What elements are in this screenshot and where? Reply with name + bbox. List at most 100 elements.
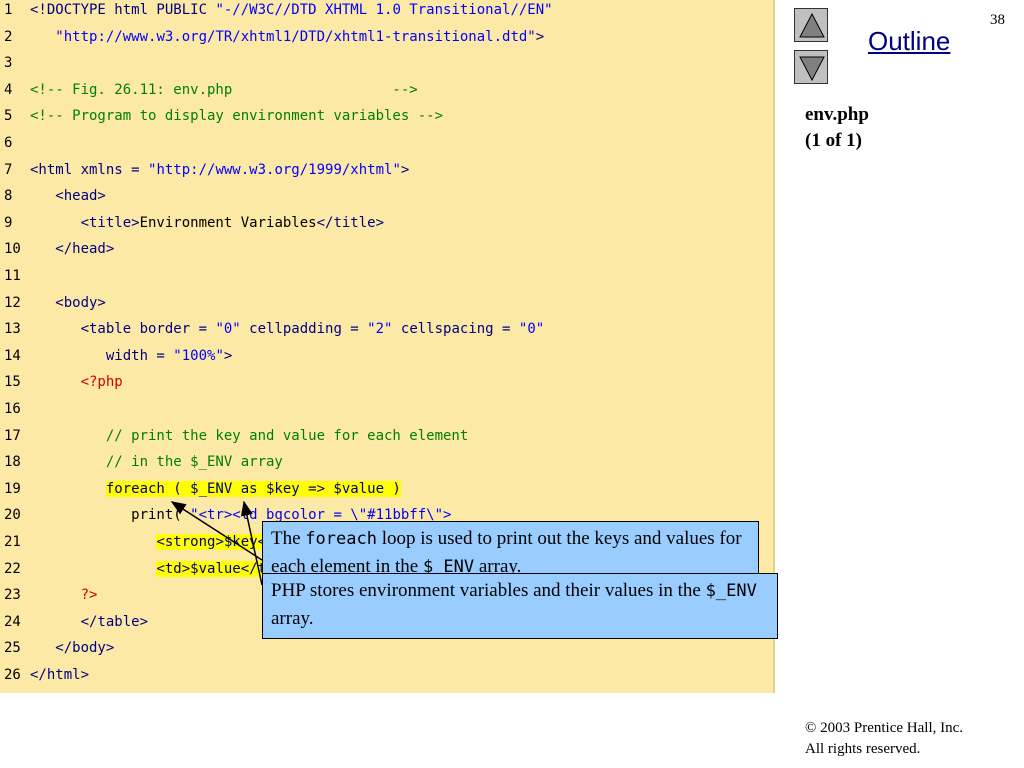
line-number: 26 <box>4 667 21 683</box>
line-number: 15 <box>4 374 21 391</box>
code-token: ?> <box>80 587 98 604</box>
code-token: "http://www.w3.org/1999/xhtml" <box>148 161 401 178</box>
line-code: <head> <box>30 183 106 210</box>
line-code: <?php <box>30 369 123 396</box>
line-code: ?> <box>30 582 98 609</box>
code-line: 14 width = "100%"> <box>0 343 773 370</box>
line-code: <body> <box>30 290 106 317</box>
line-code: width = "100%"> <box>30 343 232 370</box>
line-number: 11 <box>4 268 21 284</box>
code-line: 10 </head> <box>0 236 773 263</box>
code-line: 26 </html> <box>0 662 773 689</box>
line-code: </html> <box>30 662 89 689</box>
code-token: > <box>535 28 545 45</box>
line-number: 4 <box>4 81 13 98</box>
code-token: "-//W3C//DTD XHTML 1.0 Transitional//EN" <box>215 2 553 18</box>
code-line: 19 foreach ( $_ENV as $key => $value ) <box>0 476 773 503</box>
line-number: 21 <box>4 534 21 550</box>
code-token: print( <box>30 507 191 524</box>
code-line: 15 <?php <box>0 369 773 396</box>
line-number: 14 <box>4 347 21 364</box>
line-number: 20 <box>4 507 21 524</box>
page-number: 38 <box>990 12 1005 28</box>
code-token: width = <box>30 347 174 364</box>
code-token: <!-- Fig. 26.11: env.php --> <box>30 81 418 98</box>
code-token: <!-- Program to display environment vari… <box>30 108 444 125</box>
line-number: 12 <box>4 294 21 311</box>
line-code: </body> <box>30 635 114 662</box>
line-number: 19 <box>4 480 21 497</box>
line-code: <html xmlns = "http://www.w3.org/1999/xh… <box>30 157 409 184</box>
code-token: <title> <box>30 214 140 231</box>
code-token: // print the key and value for each elem… <box>30 427 469 444</box>
line-number: 9 <box>4 214 13 231</box>
callout-env-array: PHP stores environment variables and the… <box>262 573 778 639</box>
code-line: 3 <box>0 50 773 77</box>
callout-foreach-loop: The foreach loop is used to print out th… <box>262 521 759 581</box>
line-number: 16 <box>4 401 21 417</box>
code-line: 16 <box>0 396 773 423</box>
previous-slide-button[interactable] <box>794 8 828 42</box>
code-line: 8 <head> <box>0 183 773 210</box>
line-number: 5 <box>4 108 13 125</box>
line-code: <table border = "0" cellpadding = "2" ce… <box>30 316 545 343</box>
code-token: </body> <box>30 640 115 657</box>
code-line: 9 <title>Environment Variables</title> <box>0 210 773 237</box>
line-number: 13 <box>4 321 21 338</box>
code-token: <body> <box>30 294 106 311</box>
code-token: Environment Variables <box>139 214 317 231</box>
code-token: <head> <box>30 188 106 205</box>
line-number: 23 <box>4 587 21 604</box>
file-name: env.php <box>805 104 869 125</box>
code-token: <html xmlns = <box>30 161 149 178</box>
code-token: </head> <box>30 241 115 258</box>
copyright-notice: © 2003 Prentice Hall, Inc. All rights re… <box>805 718 963 760</box>
code-token: > <box>223 347 233 364</box>
line-number: 8 <box>4 188 13 205</box>
line-code: // in the $_ENV array <box>30 449 283 476</box>
code-line: 13 <table border = "0" cellpadding = "2"… <box>0 316 773 343</box>
code-token: "http://www.w3.org/TR/xhtml1/DTD/xhtml1-… <box>55 28 536 45</box>
line-code: </table> <box>30 609 148 636</box>
line-number: 24 <box>4 613 21 630</box>
code-line: 25 </body> <box>0 635 773 662</box>
callout-env-text-1: PHP stores environment variables and the… <box>271 580 706 601</box>
highlighted-code-token: foreach ( $_ENV as $key => $value ) <box>105 480 401 497</box>
code-line: 18 // in the $_ENV array <box>0 449 773 476</box>
line-number: 22 <box>4 560 21 577</box>
code-token: </html> <box>30 667 90 683</box>
next-slide-button[interactable] <box>794 50 828 84</box>
code-token: cellspacing = <box>392 321 519 338</box>
code-token: // in the $_ENV array <box>30 454 283 471</box>
code-line: 5 <!-- Program to display environment var… <box>0 103 773 130</box>
code-token: "2" <box>367 321 393 338</box>
code-token: <table border = <box>30 321 216 338</box>
line-number: 2 <box>4 28 13 45</box>
code-line: 17 // print the key and value for each e… <box>0 423 773 450</box>
code-token: </title> <box>316 214 385 231</box>
line-number: 7 <box>4 161 13 178</box>
triangle-up-icon <box>799 12 825 38</box>
callout-env-code: $_ENV <box>705 581 757 601</box>
line-code: "http://www.w3.org/TR/xhtml1/DTD/xhtml1-… <box>30 24 544 51</box>
code-line: 2 "http://www.w3.org/TR/xhtml1/DTD/xhtml… <box>0 24 773 51</box>
line-number: 18 <box>4 454 21 471</box>
line-code: // print the key and value for each elem… <box>30 423 468 450</box>
code-token: </table> <box>30 613 149 630</box>
code-line: 4 <!-- Fig. 26.11: env.php --> <box>0 77 773 104</box>
callout-foreach-text-1: The <box>271 528 306 549</box>
outline-link[interactable]: Outline <box>868 26 950 57</box>
code-line: 1 <!DOCTYPE html PUBLIC "-//W3C//DTD XHTM… <box>0 0 773 24</box>
line-number: 3 <box>4 55 13 72</box>
line-code: foreach ( $_ENV as $key => $value ) <box>30 476 401 503</box>
copyright-line-1: © 2003 Prentice Hall, Inc. <box>805 720 964 736</box>
line-code: <!-- Fig. 26.11: env.php --> <box>30 77 418 104</box>
code-token: "100%" <box>173 347 224 364</box>
copyright-line-2: All rights reserved. <box>805 741 921 757</box>
